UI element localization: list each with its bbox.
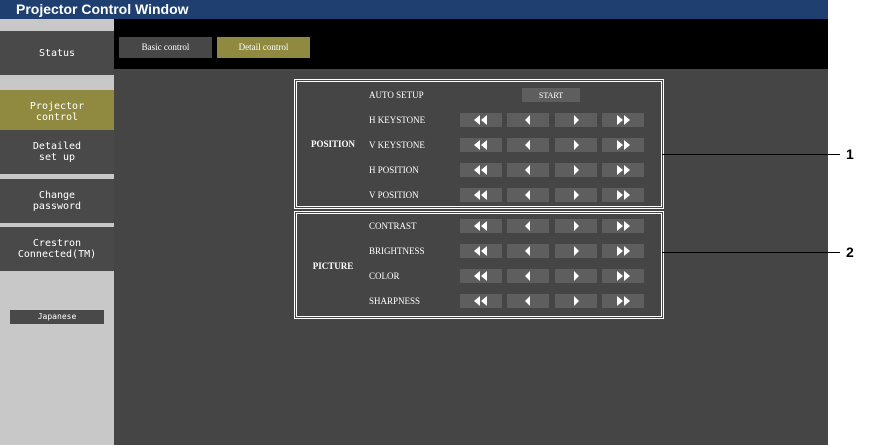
fast-right-icon bbox=[616, 115, 630, 125]
brightness-label: BRIGHTNESS bbox=[369, 246, 425, 256]
content-area: POSITION AUTO SETUP START H KEYSTONE V K… bbox=[114, 69, 828, 445]
fast-right-button[interactable] bbox=[602, 269, 644, 283]
fast-left-button[interactable] bbox=[460, 219, 502, 233]
left-icon bbox=[524, 271, 532, 281]
color-label: COLOR bbox=[369, 271, 400, 281]
left-button[interactable] bbox=[507, 163, 549, 177]
left-button[interactable] bbox=[507, 138, 549, 152]
fast-right-icon bbox=[616, 190, 630, 200]
right-icon bbox=[572, 246, 580, 256]
v-position-label: V POSITION bbox=[369, 190, 419, 200]
right-button[interactable] bbox=[555, 188, 597, 202]
fast-left-button[interactable] bbox=[460, 269, 502, 283]
fast-left-button[interactable] bbox=[460, 163, 502, 177]
picture-group-label: PICTURE bbox=[312, 261, 354, 271]
fast-right-button[interactable] bbox=[602, 138, 644, 152]
title-bar: Projector Control Window bbox=[0, 0, 828, 20]
h-position-label: H POSITION bbox=[369, 165, 419, 175]
right-icon bbox=[572, 165, 580, 175]
fast-left-button[interactable] bbox=[460, 294, 502, 308]
japanese-button[interactable]: Japanese bbox=[10, 310, 104, 324]
left-button[interactable] bbox=[507, 269, 549, 283]
fast-right-button[interactable] bbox=[602, 294, 644, 308]
position-panel-inner: POSITION AUTO SETUP START H KEYSTONE V K… bbox=[296, 81, 662, 207]
fast-left-icon bbox=[474, 165, 488, 175]
sidebar-item-detailed-setup[interactable]: Detailed set up bbox=[0, 130, 114, 174]
right-icon bbox=[572, 221, 580, 231]
fast-right-button[interactable] bbox=[602, 113, 644, 127]
left-button[interactable] bbox=[507, 113, 549, 127]
fast-left-icon bbox=[474, 115, 488, 125]
position-group-label: POSITION bbox=[310, 139, 355, 149]
callout-2-line bbox=[662, 252, 840, 253]
fast-left-button[interactable] bbox=[460, 188, 502, 202]
sidebar-item-status[interactable]: Status bbox=[0, 31, 114, 75]
sidebar-item-change-password[interactable]: Change password bbox=[0, 179, 114, 223]
left-icon bbox=[524, 190, 532, 200]
callout-1-number: 1 bbox=[846, 146, 854, 162]
fast-right-button[interactable] bbox=[602, 188, 644, 202]
contrast-label: CONTRAST bbox=[369, 221, 417, 231]
left-icon bbox=[524, 296, 532, 306]
sidebar-item-projector-control[interactable]: Projector control bbox=[0, 90, 114, 134]
fast-left-icon bbox=[474, 140, 488, 150]
right-button[interactable] bbox=[555, 269, 597, 283]
callout-2-number: 2 bbox=[846, 244, 854, 260]
left-button[interactable] bbox=[507, 244, 549, 258]
right-button[interactable] bbox=[555, 294, 597, 308]
left-icon bbox=[524, 221, 532, 231]
right-button[interactable] bbox=[555, 219, 597, 233]
left-button[interactable] bbox=[507, 294, 549, 308]
sharpness-label: SHARPNESS bbox=[369, 296, 421, 306]
fast-right-icon bbox=[616, 165, 630, 175]
fast-left-icon bbox=[474, 246, 488, 256]
fast-right-button[interactable] bbox=[602, 244, 644, 258]
right-button[interactable] bbox=[555, 138, 597, 152]
fast-left-button[interactable] bbox=[460, 113, 502, 127]
right-icon bbox=[572, 271, 580, 281]
auto-setup-label: AUTO SETUP bbox=[369, 90, 424, 100]
fast-right-icon bbox=[616, 246, 630, 256]
picture-panel: PICTURE CONTRAST BRIGHTNESS COLOR SHARPN… bbox=[294, 211, 664, 319]
left-button[interactable] bbox=[507, 219, 549, 233]
picture-panel-inner: PICTURE CONTRAST BRIGHTNESS COLOR SHARPN… bbox=[296, 213, 662, 317]
fast-right-icon bbox=[616, 271, 630, 281]
left-icon bbox=[524, 140, 532, 150]
fast-left-icon bbox=[474, 190, 488, 200]
fast-right-icon bbox=[616, 140, 630, 150]
left-icon bbox=[524, 246, 532, 256]
fast-left-icon bbox=[474, 271, 488, 281]
right-icon bbox=[572, 115, 580, 125]
fast-right-icon bbox=[616, 296, 630, 306]
tab-bar: Basic control Detail control bbox=[114, 19, 828, 69]
callout-1-line bbox=[662, 154, 840, 155]
right-button[interactable] bbox=[555, 113, 597, 127]
sidebar: Status Projector control Detailed set up… bbox=[0, 19, 114, 445]
fast-left-icon bbox=[474, 296, 488, 306]
h-keystone-label: H KEYSTONE bbox=[369, 115, 426, 125]
fast-right-button[interactable] bbox=[602, 219, 644, 233]
v-keystone-label: V KEYSTONE bbox=[369, 140, 425, 150]
right-icon bbox=[572, 140, 580, 150]
left-button[interactable] bbox=[507, 188, 549, 202]
fast-left-icon bbox=[474, 221, 488, 231]
window-title: Projector Control Window bbox=[16, 1, 189, 17]
tab-basic-control[interactable]: Basic control bbox=[119, 37, 212, 58]
right-button[interactable] bbox=[555, 163, 597, 177]
fast-right-button[interactable] bbox=[602, 163, 644, 177]
auto-setup-start-button[interactable]: START bbox=[522, 88, 580, 102]
fast-left-button[interactable] bbox=[460, 138, 502, 152]
sidebar-item-crestron[interactable]: Crestron Connected(TM) bbox=[0, 227, 114, 271]
right-icon bbox=[572, 296, 580, 306]
tab-detail-control[interactable]: Detail control bbox=[217, 37, 310, 58]
fast-left-button[interactable] bbox=[460, 244, 502, 258]
right-button[interactable] bbox=[555, 244, 597, 258]
fast-right-icon bbox=[616, 221, 630, 231]
left-icon bbox=[524, 115, 532, 125]
position-panel: POSITION AUTO SETUP START H KEYSTONE V K… bbox=[294, 79, 664, 209]
left-icon bbox=[524, 165, 532, 175]
right-icon bbox=[572, 190, 580, 200]
